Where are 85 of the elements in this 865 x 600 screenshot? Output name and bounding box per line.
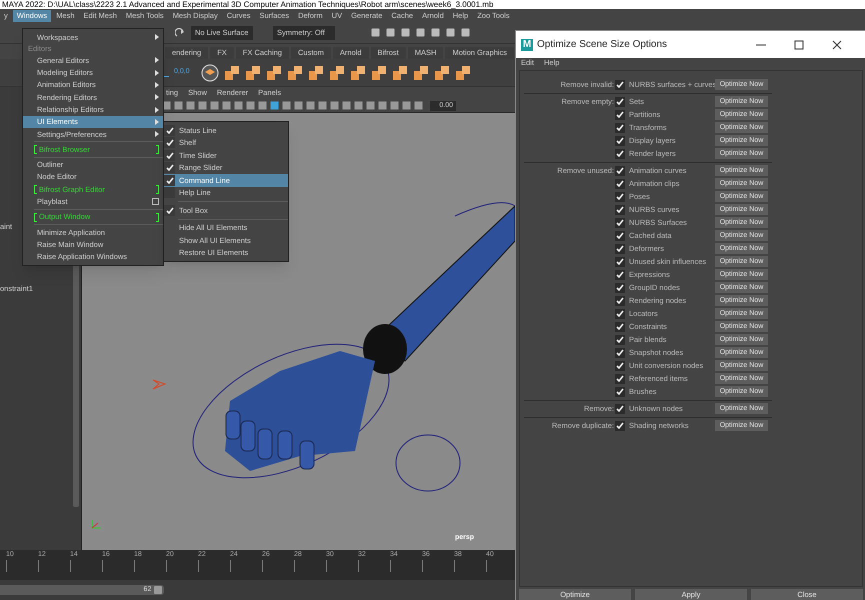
shelf-tool-icon [370,64,387,80]
shelf-tool-icon [308,64,324,80]
bracket-icon [156,212,159,222]
checkbox[interactable] [164,187,175,198]
checkbox[interactable] [615,296,625,306]
submenu-arrow-icon [155,34,159,40]
checkbox[interactable] [615,178,625,188]
checkbox[interactable] [615,386,625,396]
curve-arc [454,200,516,218]
tick-mark [166,560,167,572]
tick-mark [6,560,7,572]
shelf-tool-icon [434,64,450,80]
tick-mark [294,560,295,572]
axis-gizmo-icon [90,518,102,530]
maximize-icon [794,40,804,50]
bracket-icon [156,184,159,194]
shelf-tool-icon [412,64,429,80]
checkbox[interactable] [615,80,625,90]
option-box-icon [152,198,159,206]
tick-mark [262,560,263,572]
checkmark-icon [166,206,174,214]
shelf-tool-icon [392,64,408,80]
checkbox[interactable] [615,110,625,120]
checkmark-icon [616,405,624,412]
tick-mark [102,560,103,572]
shelf-tool-icon [266,64,282,80]
tick-mark [326,560,327,572]
curve-circle [395,434,461,492]
close-icon [832,40,842,50]
checkbox[interactable] [164,150,175,161]
checkbox[interactable] [615,204,625,214]
checkbox[interactable] [615,322,625,332]
range-handle-icon [154,586,162,594]
checkbox[interactable] [615,192,625,202]
checkbox[interactable] [615,270,625,280]
tick-mark [390,560,391,572]
bracket-icon [156,145,159,154]
light-icon [152,378,166,390]
window-title: MAYA 2022: D:\UAL\class\2223 2.1 Advanced and Experimental 3D Computer Animation Techniques\Robot arm\scenes\week6_3.0001.mb [1,0,494,9]
checkbox[interactable] [615,218,625,228]
checkbox[interactable] [164,124,175,136]
checkbox[interactable] [615,166,625,176]
checkbox[interactable] [615,348,625,358]
checkbox[interactable] [164,137,175,148]
tick-mark [198,560,199,572]
shelf-tool-icon [350,64,366,80]
checkbox[interactable] [615,256,625,266]
checkmark-icon [616,81,624,88]
dialog-title: Optimize Scene Size Options [537,38,668,52]
checkbox[interactable] [615,374,625,384]
shelf-tool-icon [328,64,345,80]
tick-mark [454,560,455,572]
checkbox[interactable] [164,204,175,216]
app-logo: M [521,38,533,50]
checkbox[interactable] [615,148,625,158]
checkbox[interactable] [164,162,175,174]
tick-mark [38,560,39,572]
tick-mark [358,560,359,572]
tick-mark [134,560,135,572]
shelf-tool-icon [454,64,471,80]
checkbox[interactable] [615,96,625,106]
shelf-tool-icon [224,64,240,80]
bracket-icon [34,184,37,194]
shelf-tool-icon [244,64,261,80]
checkbox[interactable] [615,122,625,132]
checkbox[interactable] [615,360,625,370]
layers-icon [200,64,219,82]
tick-mark [230,560,231,572]
checkbox[interactable] [615,308,625,318]
tick-mark [422,560,423,572]
checkbox[interactable] [615,420,625,430]
tick-mark [70,560,71,572]
checkbox[interactable] [615,230,625,240]
checkbox[interactable] [164,174,175,186]
checkbox[interactable] [615,404,625,414]
checkbox[interactable] [615,244,625,254]
bracket-icon [34,145,37,154]
redo-icon [175,28,185,38]
checkmark-icon [616,422,624,429]
checkbox[interactable] [615,334,625,344]
checkbox[interactable] [615,136,625,146]
checkbox[interactable] [615,282,625,292]
bracket-icon [34,212,37,222]
tick-mark [486,560,487,572]
shelf-tool-icon [286,64,303,80]
